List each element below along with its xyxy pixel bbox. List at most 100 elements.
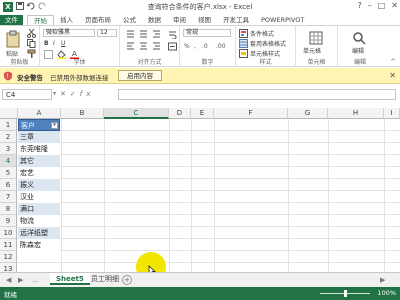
gridline [17, 142, 400, 143]
row-header[interactable]: 10 [0, 227, 17, 239]
copy-icon[interactable] [27, 39, 36, 48]
format-as-table-button[interactable]: 套用表格格式 [250, 39, 286, 48]
more-sheets-icon[interactable]: … [32, 276, 39, 284]
table-cell[interactable]: 其它 [18, 155, 60, 167]
help-icon[interactable]: ? [357, 1, 361, 10]
table-cell[interactable]: 物流 [18, 215, 60, 227]
table-cell[interactable]: 汉业 [18, 191, 60, 203]
column-header-e[interactable]: E [191, 108, 214, 119]
number-group-label: 数字 [201, 59, 214, 66]
styles-group-label: 样式 [259, 59, 272, 66]
zoom-slider-thumb[interactable] [344, 290, 347, 297]
gridline [17, 154, 400, 155]
row-header[interactable]: 8 [0, 203, 17, 215]
gridline [17, 190, 400, 191]
enable-content-button[interactable]: 启用内容 [118, 70, 162, 81]
column-header-a[interactable]: A [18, 108, 61, 119]
italic-button[interactable]: I [53, 40, 55, 47]
column-header-g[interactable]: G [288, 108, 328, 119]
row-header[interactable]: 1 [0, 119, 17, 131]
align-top-icons[interactable] [126, 30, 166, 39]
table-cell[interactable]: 振义 [18, 179, 60, 191]
next-sheet-icon[interactable]: ▶ [18, 276, 23, 284]
table-cell[interactable]: 三章 [18, 131, 60, 143]
editing-group-label: 编辑 [353, 59, 366, 66]
cell-text: 三章 [20, 133, 34, 141]
number-format-select[interactable]: 常规 [183, 29, 231, 37]
minimize-icon[interactable]: – [368, 1, 372, 10]
column-header-i[interactable]: I [384, 108, 400, 119]
format-as-table-icon[interactable] [239, 39, 248, 48]
wrap-text-icon[interactable] [168, 30, 177, 39]
row-header[interactable]: 6 [0, 179, 17, 191]
formula-bar: C4 ▾ ✕✓fx [0, 88, 400, 102]
table-cell[interactable]: 东莞唯隆 [18, 143, 60, 155]
table-header-cell[interactable]: 客户 ▾ [18, 119, 60, 131]
find-icon[interactable] [352, 31, 366, 45]
name-box-dropdown-icon[interactable]: ▾ [53, 90, 56, 97]
gridline [17, 178, 400, 179]
enter-icon[interactable]: ✓ [70, 90, 80, 98]
row-header[interactable]: 11 [0, 239, 17, 251]
row-header[interactable]: 9 [0, 215, 17, 227]
row-header[interactable]: 3 [0, 143, 17, 155]
svg-text:.00: .00 [216, 43, 226, 50]
collapse-ribbon-icon[interactable]: ^ [390, 58, 396, 66]
cell-text: 东莞唯隆 [20, 145, 48, 153]
column-header-h[interactable]: H [328, 108, 384, 119]
align-horizontal-icons[interactable] [126, 42, 166, 51]
sheet-tab-sheet5[interactable]: Sheet5 [50, 273, 90, 285]
svg-text:,: , [194, 43, 196, 50]
cancel-icon[interactable]: ✕ [60, 90, 70, 98]
row-header[interactable]: 2 [0, 131, 17, 143]
underline-button[interactable]: U [61, 40, 65, 47]
table-cell[interactable]: 陈森宏 [18, 239, 60, 251]
name-box[interactable]: C4 [2, 89, 52, 100]
close-icon[interactable]: ✕ [391, 1, 398, 10]
cells-icon[interactable] [309, 31, 323, 45]
table-cell[interactable]: 宏艺 [18, 167, 60, 179]
gridline [17, 262, 400, 263]
prev-sheet-icon[interactable]: ◀ [6, 276, 11, 284]
row-header[interactable]: 5 [0, 167, 17, 179]
formula-input[interactable] [118, 89, 396, 100]
sheet-tab-employee-details[interactable]: 员工明细 [85, 273, 125, 285]
editing-button[interactable]: 编辑 [352, 46, 364, 55]
font-name-select[interactable]: 微软雅黑 [43, 29, 95, 37]
add-sheet-button[interactable]: + [122, 275, 132, 285]
font-group: 微软雅黑 12 B I U A 字体 [40, 26, 120, 67]
zoom-level[interactable]: 100% [377, 289, 396, 297]
column-header-b[interactable]: B [61, 108, 104, 119]
table-cell[interactable]: 远洋纸塑 [18, 227, 60, 239]
cell-text: 客户 [21, 122, 35, 130]
insert-function-icon[interactable]: fx [80, 90, 95, 98]
number-format-icons[interactable]: %, .0 .00 [184, 41, 230, 50]
filter-dropdown-icon[interactable]: ▾ [51, 122, 58, 129]
cells-button[interactable]: 单元格 [303, 46, 321, 55]
cut-icon[interactable] [27, 29, 36, 38]
select-all-corner[interactable] [0, 108, 18, 119]
row-header[interactable]: 12 [0, 251, 17, 263]
font-size-select[interactable]: 12 [97, 29, 117, 37]
table-cell[interactable]: 满口 [18, 203, 60, 215]
styles-group: 条件格式 套用表格格式 单元格样式 样式 [236, 26, 296, 67]
editing-group: 编辑 编辑 [338, 26, 382, 67]
paste-icon[interactable] [5, 30, 21, 48]
conditional-format-button[interactable]: 条件格式 [250, 29, 274, 38]
column-header-c[interactable]: C [104, 108, 169, 119]
row-header[interactable]: 4 [0, 155, 17, 167]
spreadsheet-grid[interactable]: A B C D E F G H I 1 客户 ▾ 2 三章 3 东莞唯隆 4 其它 5 宏艺 6 振义 7… [0, 108, 400, 272]
column-header-f[interactable]: F [214, 108, 288, 119]
gridline [17, 166, 400, 167]
maximize-icon[interactable]: □ [378, 1, 386, 10]
row-header[interactable]: 7 [0, 191, 17, 203]
column-header-d[interactable]: D [169, 108, 191, 119]
merge-center-icon[interactable] [168, 42, 177, 51]
scroll-right-icon[interactable]: ▶ [380, 276, 385, 284]
row-header[interactable]: 13 [0, 263, 17, 272]
conditional-format-icon[interactable] [239, 29, 248, 38]
cell-text: 振义 [20, 181, 34, 189]
close-icon[interactable]: ✕ [389, 71, 396, 80]
bold-button[interactable]: B [44, 40, 49, 47]
cell-text: 宏艺 [20, 169, 34, 177]
